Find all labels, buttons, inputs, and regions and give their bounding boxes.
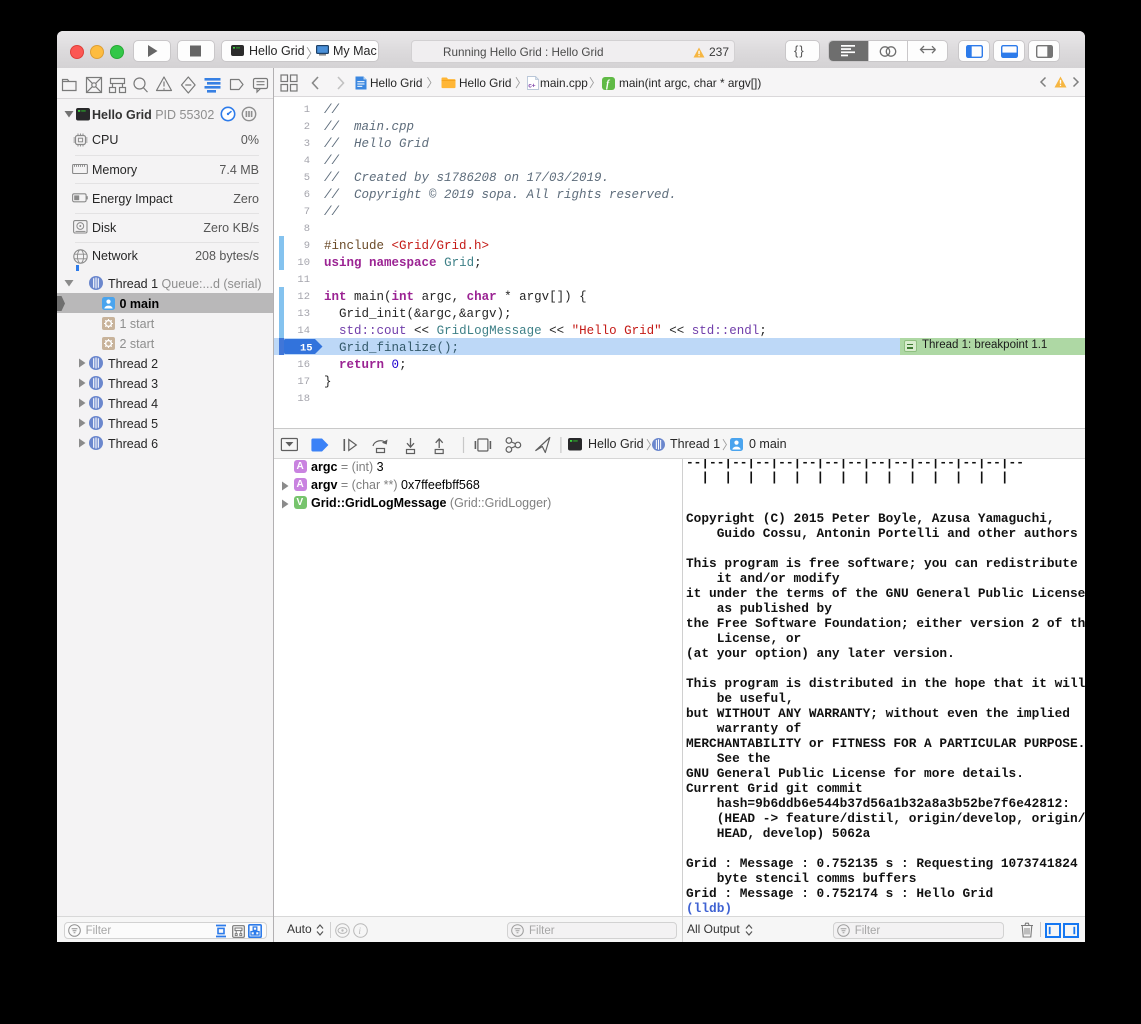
- svg-text:i: i: [358, 927, 361, 937]
- svg-text:c+: c+: [528, 83, 536, 90]
